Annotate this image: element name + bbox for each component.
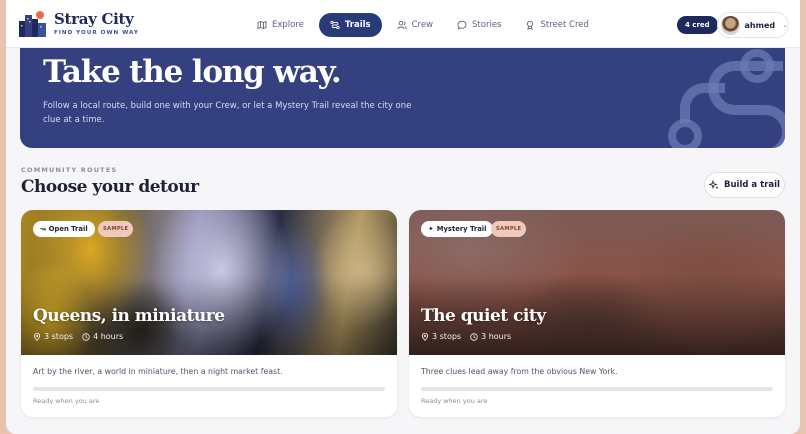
trail-type-label: Mystery Trail	[436, 225, 487, 233]
clock-icon	[470, 332, 478, 341]
section-title: Choose your detour	[21, 177, 199, 197]
trail-card[interactable]: ↝ Open Trail SAMPLE Queens, in miniature…	[21, 210, 397, 417]
nav-street-cred-label: Street Cred	[540, 20, 589, 30]
brand-tagline: FIND YOUR OWN WAY	[54, 30, 139, 36]
hero-title: Take the long way.	[43, 54, 342, 90]
cred-badge[interactable]: 4 cred	[677, 16, 718, 34]
brand-name[interactable]: Stray City	[54, 10, 134, 28]
trail-status: Ready when you are	[33, 397, 100, 405]
medal-icon	[527, 20, 534, 30]
user-menu-button[interactable]: ahmed ⌄	[717, 12, 789, 38]
people-icon	[397, 20, 407, 30]
sparkle-icon	[709, 180, 719, 190]
nav-explore-label: Explore	[272, 20, 304, 30]
trail-type-badge: ↝ Open Trail	[33, 221, 95, 237]
nav-trails[interactable]: Trails	[318, 13, 382, 37]
chat-icon	[457, 20, 467, 30]
sample-badge: SAMPLE	[491, 221, 527, 237]
hero-subtitle: Follow a local route, build one with you…	[43, 101, 412, 125]
main-nav: Explore Trails Crew Stories Street Cred	[248, 13, 598, 37]
nav-stories-label: Stories	[472, 20, 502, 30]
pin-icon	[421, 332, 429, 341]
avatar	[721, 15, 740, 35]
nav-trails-label: Trails	[344, 20, 371, 30]
trail-card[interactable]: ✦ Mystery Trail SAMPLE The quiet city 3 …	[409, 210, 785, 417]
chevron-down-icon: ⌄	[782, 21, 788, 29]
trail-progress-bar	[33, 387, 385, 391]
trail-title[interactable]: The quiet city	[421, 306, 546, 326]
open-trail-icon: ↝	[40, 225, 46, 233]
trail-progress-bar	[421, 387, 773, 391]
city-logo-icon[interactable]	[16, 9, 50, 39]
nav-explore[interactable]: Explore	[248, 13, 313, 37]
clock-icon	[82, 332, 90, 341]
trail-duration: 4 hours	[93, 332, 124, 341]
trail-status: Ready when you are	[421, 397, 488, 405]
trail-stops: 3 stops	[44, 332, 74, 341]
app-frame: Stray City FIND YOUR OWN WAY Explore Tra…	[6, 0, 800, 434]
trail-title[interactable]: Queens, in miniature	[33, 306, 225, 326]
trail-type-badge: ✦ Mystery Trail	[421, 221, 494, 237]
nav-stories[interactable]: Stories	[448, 13, 510, 37]
trail-stops: 3 stops	[432, 332, 462, 341]
trail-meta: 3 stops 3 hours	[421, 332, 511, 341]
user-name: ahmed	[744, 20, 776, 30]
sample-badge: SAMPLE	[98, 221, 134, 237]
nav-crew-label: Crew	[411, 20, 434, 30]
route-decoration-icon	[668, 49, 785, 148]
trail-description: Art by the river, a world in miniature, …	[33, 367, 283, 376]
map-icon	[257, 20, 267, 30]
trail-duration: 3 hours	[481, 332, 512, 341]
hero-banner: Take the long way. Follow a local route,…	[20, 48, 785, 148]
top-navbar: Stray City FIND YOUR OWN WAY Explore Tra…	[6, 0, 800, 48]
pin-icon	[33, 332, 41, 341]
nav-crew[interactable]: Crew	[388, 13, 442, 37]
build-trail-label: Build a trail	[724, 180, 780, 190]
trail-meta: 3 stops 4 hours	[33, 332, 123, 341]
route-icon	[330, 20, 340, 30]
section-eyebrow: COMMUNITY ROUTES	[21, 166, 118, 174]
mystery-trail-icon: ✦	[428, 225, 434, 233]
nav-street-cred[interactable]: Street Cred	[516, 13, 597, 37]
trail-description: Three clues lead away from the obvious N…	[421, 367, 618, 376]
trail-type-label: Open Trail	[48, 225, 88, 233]
build-trail-button[interactable]: Build a trail	[704, 172, 785, 198]
